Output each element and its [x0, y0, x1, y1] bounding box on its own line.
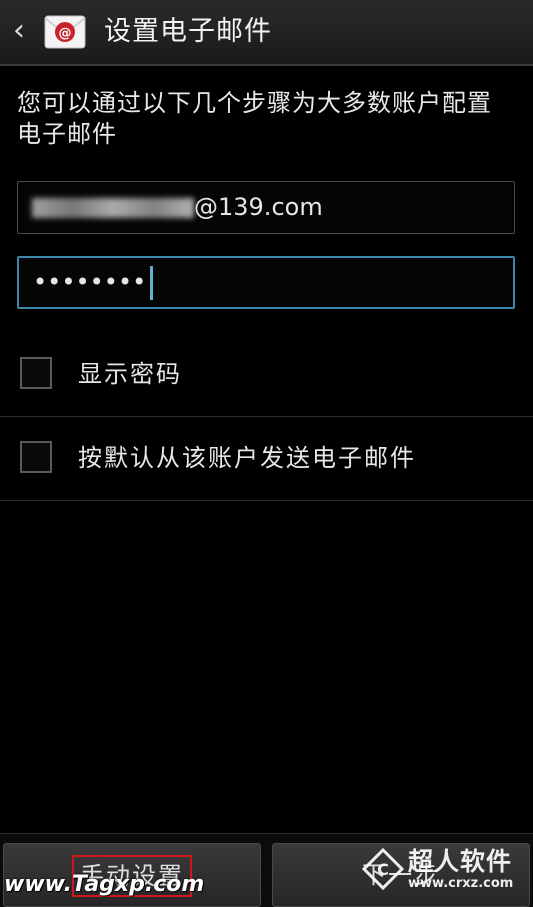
password-field[interactable]: ••••••••: [17, 256, 515, 309]
default-account-label: 按默认从该账户发送电子邮件: [78, 444, 416, 472]
text-cursor: [150, 266, 154, 300]
email-field[interactable]: @139.com: [17, 181, 515, 234]
chevron-left-icon[interactable]: ‹: [6, 14, 32, 48]
email-suffix: @139.com: [194, 193, 323, 221]
show-password-option[interactable]: 显示密码: [0, 332, 533, 417]
default-account-option[interactable]: 按默认从该账户发送电子邮件: [0, 416, 533, 501]
default-account-checkbox[interactable]: [20, 441, 52, 473]
show-password-label: 显示密码: [78, 360, 182, 388]
svg-text:C: C: [377, 860, 389, 879]
watermark-right: C 超人软件 www.crxz.com: [358, 840, 530, 902]
watermark-left: www.Tagxp.com: [4, 872, 205, 897]
action-bar: ‹ @ 设置电子邮件: [0, 0, 533, 66]
email-app-icon[interactable]: @: [42, 10, 88, 54]
redacted-text: [32, 198, 194, 218]
svg-text:@: @: [59, 26, 72, 41]
watermark-right-name: 超人软件: [408, 847, 513, 876]
watermark-logo-icon: C: [362, 848, 404, 890]
watermark-right-url: www.crxz.com: [408, 876, 514, 891]
show-password-checkbox[interactable]: [20, 357, 52, 389]
intro-text: 您可以通过以下几个步骤为大多数账户配置电子邮件: [17, 89, 492, 148]
page-title: 设置电子邮件: [104, 16, 272, 47]
password-dots: ••••••••: [33, 268, 147, 296]
